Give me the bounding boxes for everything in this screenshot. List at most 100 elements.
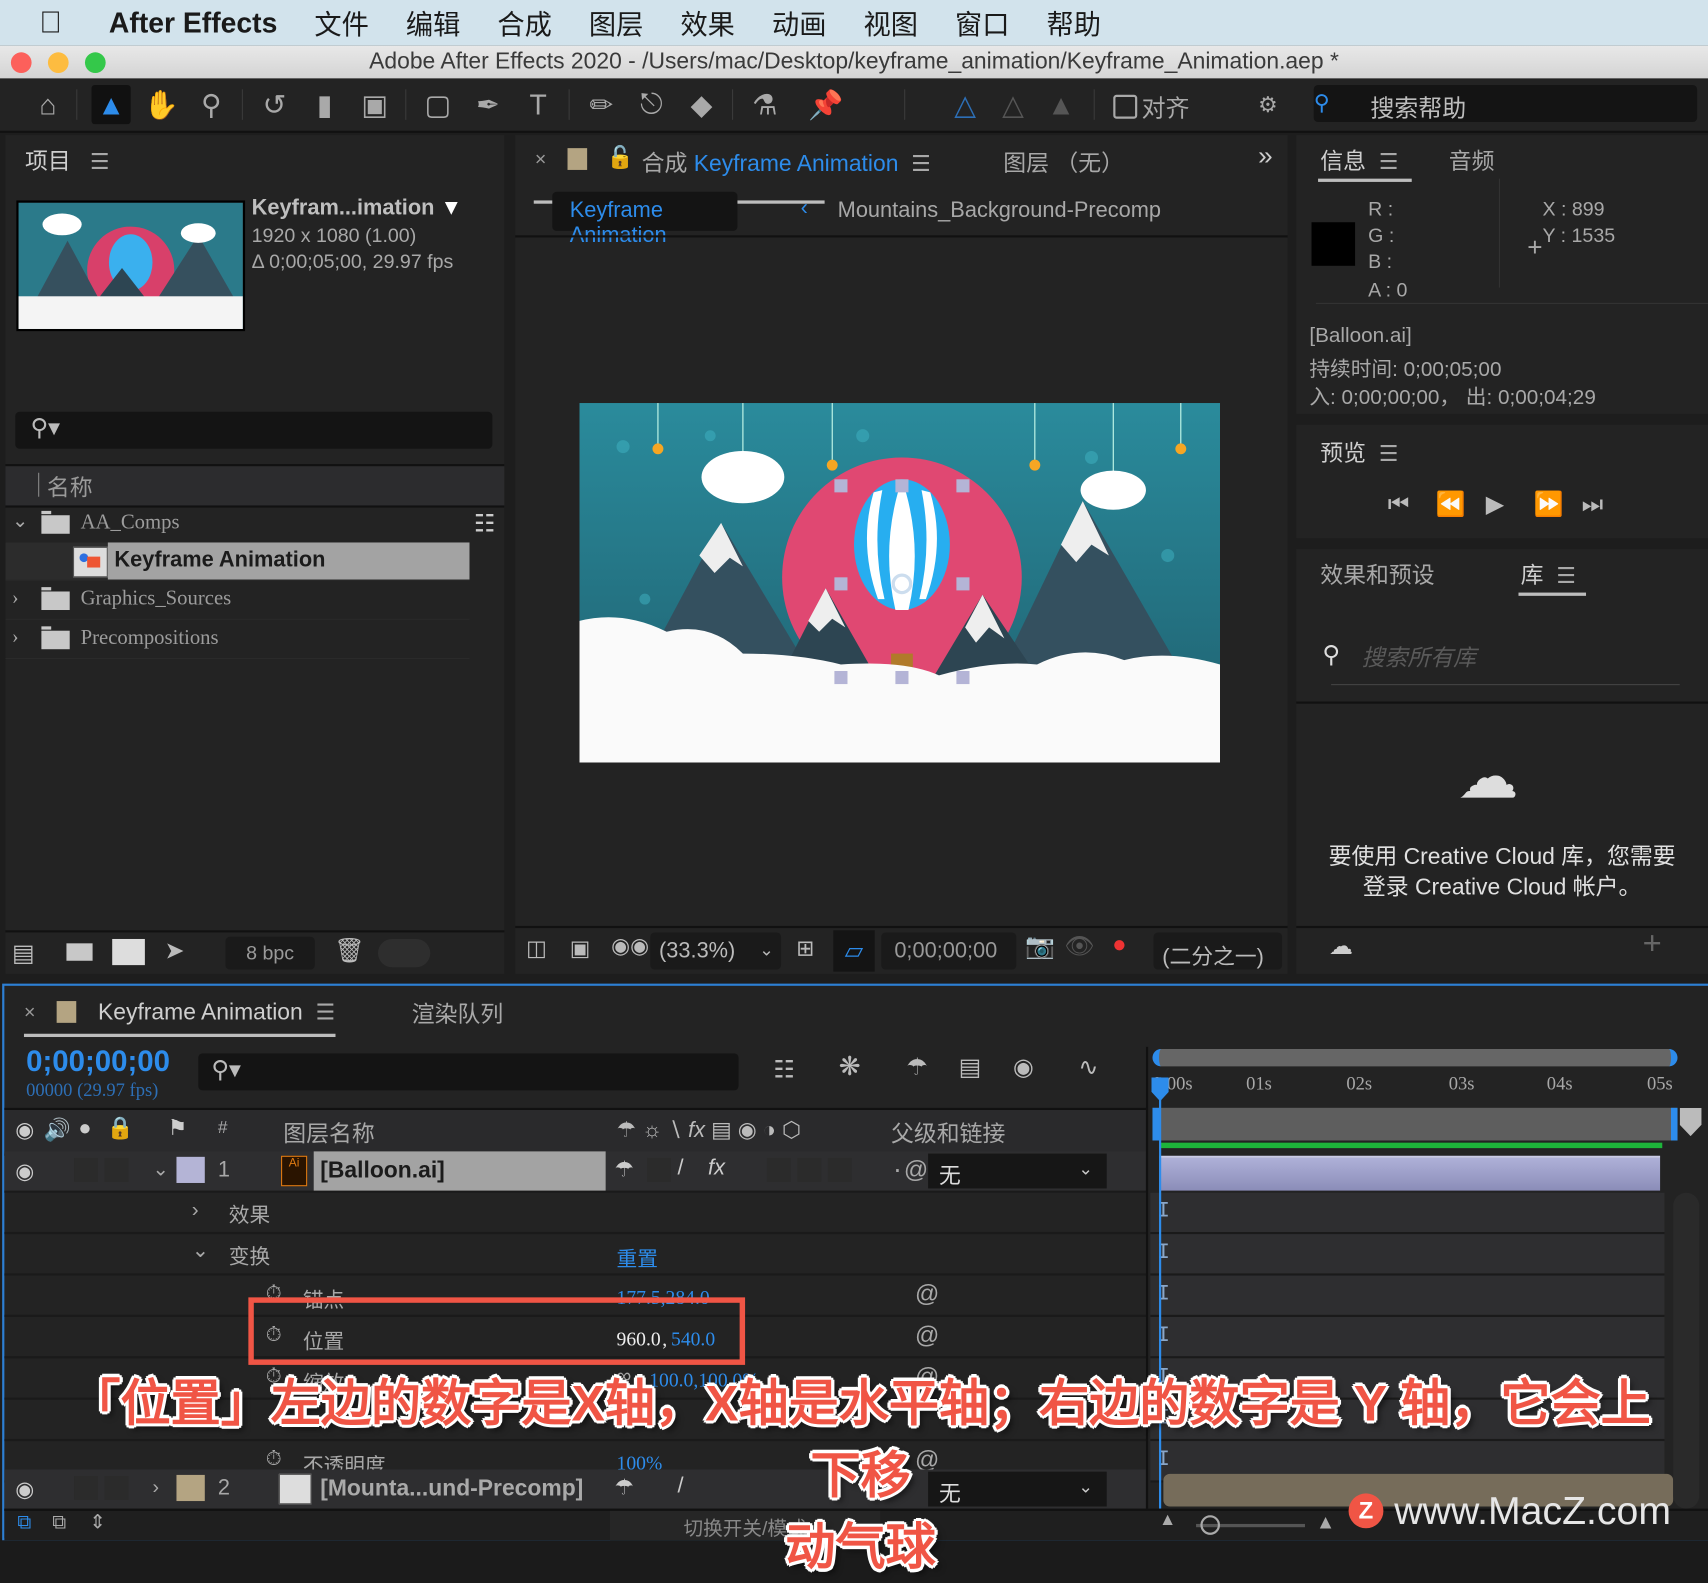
project-item-keyframe-animation[interactable]: Keyframe Animation: [5, 542, 470, 581]
effects-presets-tab[interactable]: 效果和预设: [1320, 558, 1434, 591]
panel-menu-icon[interactable]: ☰: [1556, 562, 1576, 589]
property-row-transform[interactable]: ⌄ 变换 重置: [4, 1234, 1146, 1276]
resolution-dropdown[interactable]: (二分之一): [1153, 932, 1283, 970]
pen-tool-icon[interactable]: ✒: [468, 85, 507, 124]
selection-tool-icon[interactable]: ▲: [91, 84, 131, 125]
dependencies-icon[interactable]: ➤: [164, 937, 184, 965]
toggle-switch[interactable]: [377, 938, 431, 968]
previous-frame-icon[interactable]: ⏪: [1436, 490, 1466, 518]
view-axis-icon[interactable]: ▲: [1041, 85, 1080, 124]
eye-icon[interactable]: ◉: [15, 1117, 34, 1144]
shy-switch-icon[interactable]: ☂: [614, 1156, 634, 1183]
work-area-bar[interactable]: [1152, 1107, 1678, 1141]
expression-pick-whip-icon[interactable]: @: [915, 1321, 939, 1349]
close-tab-icon[interactable]: ×: [24, 1001, 35, 1024]
frame-blend-switch[interactable]: [766, 1157, 791, 1182]
menu-layer[interactable]: 图层: [589, 3, 643, 42]
panel-menu-icon[interactable]: ☰: [315, 999, 335, 1026]
comp-marker-bin-icon[interactable]: [1679, 1107, 1702, 1137]
timeline-search-input[interactable]: ⚲▾: [198, 1053, 739, 1091]
menu-help[interactable]: 帮助: [1047, 3, 1101, 42]
new-composition-icon[interactable]: [112, 938, 145, 966]
graph-editor-icon[interactable]: ∿: [1078, 1053, 1098, 1081]
camera-tool-icon[interactable]: ▮: [305, 85, 344, 124]
home-icon[interactable]: ⌂: [28, 85, 67, 124]
chevron-right-icon[interactable]: ›: [192, 1199, 199, 1223]
parent-link-header[interactable]: 父级和链接: [891, 1117, 1005, 1150]
snap-checkbox[interactable]: 对齐: [1113, 89, 1190, 124]
menu-file[interactable]: 文件: [314, 3, 368, 42]
collapse-switch[interactable]: [647, 1157, 672, 1182]
layer-tab[interactable]: 图层 （无）: [1003, 146, 1124, 179]
label-tag-icon[interactable]: ⚑: [168, 1114, 188, 1141]
project-item-graphics-sources[interactable]: › Graphics_Sources: [5, 582, 470, 620]
layer-name[interactable]: [Balloon.ai]: [320, 1158, 445, 1184]
pick-whip-icon[interactable]: ٠@: [891, 1156, 928, 1184]
info-tab[interactable]: 信息 ☰: [1320, 144, 1398, 177]
roto-brush-tool-icon[interactable]: ⚗: [745, 85, 784, 124]
layer-duration-bar-balloon[interactable]: [1159, 1155, 1661, 1191]
menu-view[interactable]: 视图: [863, 3, 917, 42]
panel-menu-icon[interactable]: ☰: [1379, 148, 1399, 175]
solo-icon[interactable]: ●: [78, 1117, 91, 1142]
play-icon[interactable]: ▶: [1486, 490, 1504, 518]
render-queue-tab[interactable]: 渲染队列: [412, 997, 504, 1030]
breadcrumb-precomp[interactable]: Mountains_Background-Precomp: [838, 198, 1161, 223]
rectangle-tool-icon[interactable]: ▢: [418, 85, 457, 124]
magnification-dropdown[interactable]: (33.3%) ⌄: [650, 932, 782, 970]
audio-icon[interactable]: 🔊: [44, 1117, 71, 1144]
vr-icon[interactable]: ◉◉: [611, 932, 649, 959]
trash-icon[interactable]: 🗑: [334, 937, 364, 965]
flowchart-icon[interactable]: ☷: [474, 510, 495, 538]
apple-icon[interactable]: : [39, 5, 72, 40]
more-panels-icon[interactable]: »: [1258, 142, 1273, 173]
pan-behind-tool-icon[interactable]: ▣: [355, 85, 394, 124]
add-icon[interactable]: +: [1643, 926, 1662, 963]
breadcrumb-active[interactable]: Keyframe Animation ‹: [552, 191, 808, 247]
draft-3d-icon[interactable]: ❋: [839, 1051, 861, 1083]
chevron-down-icon[interactable]: ⌄: [12, 510, 28, 533]
project-item-precompositions[interactable]: › Precompositions: [5, 621, 470, 660]
first-frame-icon[interactable]: ⏮: [1388, 490, 1410, 518]
new-folder-icon[interactable]: [66, 943, 93, 961]
property-row-effects[interactable]: › 效果: [4, 1193, 1146, 1235]
timeline-tab[interactable]: Keyframe Animation ☰: [98, 999, 335, 1026]
panel-menu-icon[interactable]: ☰: [911, 150, 931, 177]
project-tab[interactable]: 项目 ☰: [25, 144, 109, 177]
snapshot-camera-icon[interactable]: 📷: [1025, 932, 1055, 960]
chevron-right-icon[interactable]: ›: [12, 625, 19, 648]
library-search-input[interactable]: 搜索所有库: [1362, 641, 1476, 674]
lock-icon[interactable]: 🔓: [607, 144, 634, 171]
bit-depth-button[interactable]: 8 bpc: [225, 936, 315, 970]
preview-tab[interactable]: 预览 ☰: [1320, 436, 1398, 469]
eraser-tool-icon[interactable]: ◆: [682, 85, 721, 124]
last-frame-icon[interactable]: ⏭: [1582, 490, 1604, 518]
panel-menu-icon[interactable]: ☰: [90, 148, 110, 175]
comp-tab[interactable]: 合成 Keyframe Animation ☰: [642, 146, 931, 179]
audio-tab[interactable]: 音频: [1449, 144, 1495, 177]
interpret-footage-icon[interactable]: ▤: [12, 939, 35, 967]
mask-visibility-icon[interactable]: ▱: [833, 930, 875, 972]
selected-item-name[interactable]: Keyfram...imation ▼: [252, 196, 462, 221]
puppet-pin-tool-icon[interactable]: 📌: [806, 85, 845, 124]
expression-pick-whip-icon[interactable]: @: [915, 1280, 939, 1308]
time-ruler[interactable]: 0:00s 01s 02s 03s 04s 05s: [1152, 1073, 1672, 1106]
shy-layers-icon[interactable]: ☂: [906, 1053, 927, 1081]
menu-window[interactable]: 窗口: [955, 3, 1009, 42]
menu-edit[interactable]: 编辑: [406, 3, 460, 42]
menu-effect[interactable]: 效果: [680, 3, 734, 42]
type-tool-icon[interactable]: T: [519, 85, 558, 124]
parent-dropdown[interactable]: 无 ⌄: [928, 1153, 1107, 1189]
lock-icon[interactable]: 🔒: [107, 1114, 134, 1141]
close-tab-icon[interactable]: ×: [535, 148, 546, 171]
dropdown-triangle-icon[interactable]: ▼: [441, 196, 463, 220]
layer-row-balloon[interactable]: ◉ ⌄ 1 Ai [Balloon.ai] ☂ / fx ٠@ 无 ⌄: [4, 1151, 1146, 1193]
composition-canvas[interactable]: [579, 403, 1221, 763]
project-item-aa-comps[interactable]: ⌄ AA_Comps: [5, 505, 470, 544]
hand-tool-icon[interactable]: ✋: [142, 85, 181, 124]
lock-switch[interactable]: [104, 1157, 129, 1182]
show-snapshot-icon[interactable]: 👁: [1064, 932, 1094, 960]
brush-tool-icon[interactable]: ✏: [582, 85, 621, 124]
clone-stamp-tool-icon[interactable]: ⎋: [632, 85, 671, 124]
workspace-settings-icon[interactable]: ⚙: [1248, 85, 1287, 124]
